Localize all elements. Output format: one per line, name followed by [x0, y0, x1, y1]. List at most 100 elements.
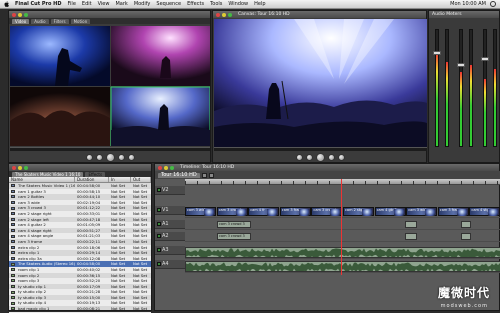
video-clip[interactable]: cam 3 frame	[279, 207, 311, 216]
menu-mark[interactable]: Mark	[115, 1, 127, 7]
linking-toggle[interactable]	[208, 172, 214, 178]
apple-icon[interactable]	[4, 1, 9, 7]
multicam-video-frame[interactable]	[10, 26, 210, 146]
close-button[interactable]	[12, 12, 16, 17]
viewer-titlebar[interactable]	[9, 11, 210, 18]
zoom-button[interactable]	[24, 165, 28, 170]
menu-sequence[interactable]: Sequence	[156, 1, 181, 7]
track-header-a3[interactable]: A3	[155, 246, 185, 255]
menu-tools[interactable]: Tools	[210, 1, 222, 7]
video-clip[interactable]: cam 2 stg	[343, 207, 375, 216]
zoom-button[interactable]	[170, 165, 174, 170]
menu-app[interactable]: Final Cut Pro HD	[15, 1, 62, 7]
clip-thumbnail	[330, 209, 341, 216]
menu-window[interactable]: Window	[228, 1, 248, 7]
video-clip[interactable]: cam 3 wide	[406, 207, 438, 216]
canvas-titlebar[interactable]: Canvas: Tour 16:10 HD	[213, 11, 426, 18]
video-clip[interactable]: cam 4 fr	[248, 207, 280, 216]
audio-waveform[interactable]	[185, 261, 500, 272]
next-edit-button[interactable]	[338, 153, 345, 161]
rewind-button[interactable]	[95, 153, 103, 161]
menu-view[interactable]: View	[98, 1, 110, 7]
track-header-v1[interactable]: V1	[155, 206, 185, 215]
video-clip[interactable]: cam 4 gtr 2	[374, 207, 406, 216]
sequence-tab[interactable]: Tour 16:10 HD	[158, 172, 200, 178]
track-header-a1[interactable]: A1	[155, 220, 185, 229]
track-lock-icon[interactable]	[157, 248, 161, 252]
volume-fader[interactable]	[433, 51, 441, 55]
column-duration[interactable]: Duration	[75, 177, 109, 182]
audio-meters-titlebar[interactable]: Audio Meters	[429, 11, 499, 18]
video-clip[interactable]: cam 3 crowd	[216, 207, 248, 216]
viewer-scrubber[interactable]	[10, 147, 210, 151]
video-clip[interactable]: cam 3 wide	[185, 207, 217, 216]
tab-video[interactable]: Video	[12, 19, 30, 24]
menu-edit[interactable]: Edit	[82, 1, 92, 7]
track-header-v2[interactable]: V2	[155, 186, 185, 195]
track-lock-icon[interactable]	[157, 234, 161, 238]
canvas-transport	[214, 152, 427, 162]
audio-waveform[interactable]	[185, 247, 500, 258]
video-clip[interactable]: cam 3 frame	[437, 207, 469, 216]
menu-file[interactable]: File	[68, 1, 76, 7]
timeline-ruler[interactable]	[185, 179, 500, 185]
tab-filters[interactable]: Filters	[50, 19, 69, 24]
video-clip[interactable]: cam 3 crowd	[311, 207, 343, 216]
audio-clip[interactable]: cam 3 crowd 3	[217, 233, 251, 240]
track-lock-icon[interactable]	[157, 208, 161, 212]
forward-button[interactable]	[117, 153, 125, 161]
ruler-tick	[233, 181, 234, 185]
menu-help[interactable]: Help	[254, 1, 265, 7]
rewind-button[interactable]	[306, 153, 313, 161]
prev-edit-button[interactable]	[85, 153, 93, 161]
meter-channel	[493, 29, 497, 147]
clip-icon	[11, 240, 15, 244]
video-clip[interactable]: cam 4 stg	[469, 207, 500, 216]
menu-effects[interactable]: Effects	[187, 1, 204, 7]
track-lock-icon[interactable]	[157, 262, 161, 266]
forward-button[interactable]	[328, 153, 335, 161]
timeline-titlebar[interactable]: Timeline: Tour 16:10 HD	[155, 164, 499, 171]
audio-clip[interactable]: cam 3 crowd 3	[217, 221, 251, 228]
minimize-button[interactable]	[222, 12, 226, 17]
audio-clip[interactable]	[461, 221, 471, 228]
audio-clip-icon	[11, 296, 15, 300]
menu-modify[interactable]: Modify	[134, 1, 151, 7]
minimize-button[interactable]	[164, 165, 168, 170]
close-button[interactable]	[12, 165, 16, 170]
prev-edit-button[interactable]	[296, 153, 303, 161]
zoom-button[interactable]	[24, 12, 28, 17]
column-in[interactable]: In	[109, 177, 131, 182]
audio-meters-window: Audio Meters	[428, 10, 500, 163]
play-button[interactable]	[105, 152, 115, 162]
minimize-button[interactable]	[18, 165, 22, 170]
zoom-button[interactable]	[228, 12, 232, 17]
track-lock-icon[interactable]	[157, 188, 161, 192]
volume-fader[interactable]	[481, 57, 489, 61]
browser-titlebar[interactable]	[9, 164, 151, 171]
audio-track-a3	[185, 246, 500, 259]
audio-clip[interactable]	[405, 221, 417, 228]
close-button[interactable]	[216, 12, 220, 17]
audio-clip[interactable]	[461, 233, 471, 240]
audio-clip[interactable]	[405, 233, 417, 240]
tab-audio[interactable]: Audio	[31, 19, 49, 24]
next-edit-button[interactable]	[127, 153, 135, 161]
clock[interactable]: Mon 10:00 AM	[450, 1, 486, 7]
canvas-video-frame[interactable]	[214, 19, 427, 147]
volume-fader[interactable]	[457, 63, 465, 67]
snapping-toggle[interactable]	[201, 172, 207, 178]
track-header-a4[interactable]: A4	[155, 260, 185, 269]
close-button[interactable]	[158, 165, 162, 170]
track-header-a2[interactable]: A2	[155, 232, 185, 241]
track-lock-icon[interactable]	[157, 222, 161, 226]
clip-icon	[11, 217, 15, 221]
canvas-scrubber[interactable]	[214, 147, 427, 151]
spotlight-icon[interactable]	[490, 1, 496, 7]
minimize-button[interactable]	[18, 12, 22, 17]
play-button[interactable]	[316, 152, 325, 162]
playhead[interactable]	[341, 179, 342, 275]
column-out[interactable]: Out	[131, 177, 151, 182]
column-name[interactable]: Name	[9, 177, 75, 182]
tab-motion[interactable]: Motion	[70, 19, 91, 24]
